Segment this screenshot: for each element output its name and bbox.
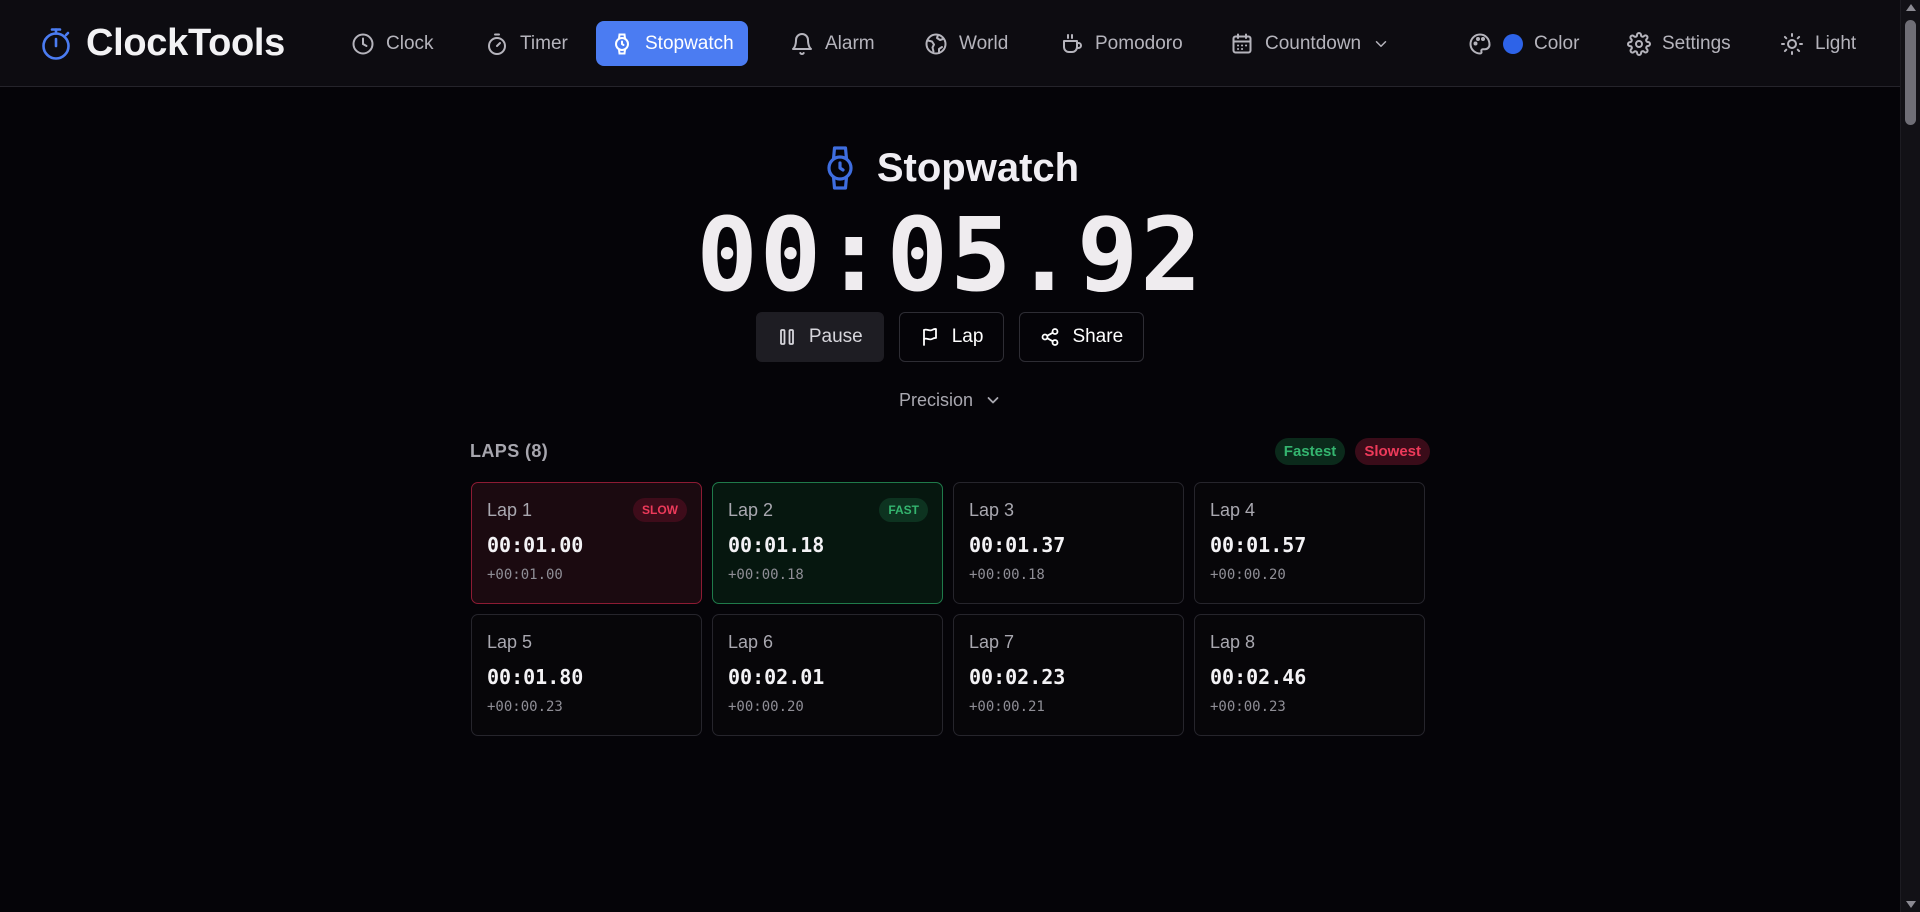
lap-name: Lap 6 <box>728 632 774 652</box>
lap-delta: +00:00.21 <box>969 699 1045 715</box>
lap-card: Lap 3 00:01.37 +00:00.18 <box>953 482 1184 604</box>
legend-fastest: Fastest <box>1274 437 1346 465</box>
page-scrollbar[interactable] <box>1900 0 1920 912</box>
stopwatch-display: 00:05.92 <box>696 196 1204 315</box>
nav-countdown-label: Countdown <box>1265 32 1362 54</box>
slow-badge: SLOW <box>633 498 687 522</box>
nav-pomodoro[interactable]: Pomodoro <box>1046 21 1197 66</box>
color-swatch <box>1503 33 1523 54</box>
lap-time: 00:02.23 <box>969 665 1066 689</box>
nav-color-label: Color <box>1534 32 1580 54</box>
nav-settings-label: Settings <box>1662 32 1731 54</box>
legend-slowest: Slowest <box>1355 437 1430 465</box>
laps-legend: Fastest Slowest <box>1274 437 1430 465</box>
lap-button-label: Lap <box>951 326 984 347</box>
brand[interactable]: ClockTools <box>38 0 285 87</box>
chevron-down-icon <box>985 392 1001 408</box>
gear-icon <box>1627 31 1651 56</box>
lap-card: Lap 6 00:02.01 +00:00.20 <box>712 614 943 736</box>
stopwatch-icon <box>38 26 74 62</box>
lap-delta: +00:00.23 <box>1210 699 1286 715</box>
share-button-label: Share <box>1072 326 1124 347</box>
scroll-up-arrow-icon[interactable] <box>1906 4 1916 11</box>
nav-color[interactable]: Color <box>1454 21 1593 66</box>
nav-countdown[interactable]: Countdown <box>1216 21 1404 66</box>
lap-card: Lap 2 FAST 00:01.18 +00:00.18 <box>712 482 943 604</box>
lap-name: Lap 7 <box>969 632 1015 652</box>
lap-delta: +00:00.20 <box>728 699 804 715</box>
lap-card: Lap 7 00:02.23 +00:00.21 <box>953 614 1184 736</box>
chevron-down-icon <box>1372 35 1390 53</box>
lap-time: 00:01.80 <box>487 665 584 689</box>
clock-icon <box>351 32 375 56</box>
pause-icon <box>777 327 797 347</box>
lap-card: Lap 1 SLOW 00:01.00 +00:01.00 <box>471 482 702 604</box>
lap-delta: +00:00.18 <box>728 567 804 583</box>
lap-card: Lap 8 00:02.46 +00:00.23 <box>1194 614 1425 736</box>
palette-icon <box>1468 32 1492 56</box>
coffee-icon <box>1060 32 1084 56</box>
lap-time: 00:01.57 <box>1210 533 1307 557</box>
nav-timer[interactable]: Timer <box>471 21 582 66</box>
nav-timer-label: Timer <box>520 32 568 54</box>
watch-icon <box>821 143 859 193</box>
nav-world-label: World <box>959 32 1009 54</box>
nav-stopwatch-label: Stopwatch <box>645 32 734 54</box>
lap-delta: +00:00.20 <box>1210 567 1286 583</box>
fast-badge: FAST <box>879 498 928 522</box>
laps-title: LAPS (8) <box>470 440 549 461</box>
page-title: Stopwatch <box>876 145 1080 190</box>
scroll-down-arrow-icon[interactable] <box>1906 901 1916 908</box>
laps-grid: Lap 1 SLOW 00:01.00 +00:01.00 Lap 2 FAST… <box>471 482 1427 736</box>
nav-world[interactable]: World <box>910 21 1022 66</box>
nav-stopwatch[interactable]: Stopwatch <box>596 21 748 66</box>
lap-delta: +00:00.23 <box>487 699 563 715</box>
lap-delta: +00:00.18 <box>969 567 1045 583</box>
pause-button[interactable]: Pause <box>755 312 884 362</box>
sun-icon <box>1780 32 1804 56</box>
share-icon <box>1040 327 1060 347</box>
bell-icon <box>790 32 814 56</box>
precision-dropdown[interactable]: Precision <box>0 386 1900 414</box>
precision-label: Precision <box>898 389 974 410</box>
lap-time: 00:02.01 <box>728 665 825 689</box>
nav-theme-label: Light <box>1815 32 1857 54</box>
calendar-icon <box>1230 32 1254 56</box>
lap-name: Lap 3 <box>969 500 1015 520</box>
share-button[interactable]: Share <box>1019 312 1145 362</box>
nav-pomodoro-label: Pomodoro <box>1095 32 1183 54</box>
stopwatch-controls: Pause Lap Share <box>0 312 1900 362</box>
lap-button[interactable]: Lap <box>898 312 1005 362</box>
nav-settings[interactable]: Settings <box>1613 21 1745 66</box>
timer-icon <box>485 32 509 56</box>
pause-button-label: Pause <box>808 326 863 347</box>
lap-name: Lap 8 <box>1210 632 1256 652</box>
top-navbar: ClockTools Clock Timer Stopwatch Alarm W… <box>0 0 1900 87</box>
lap-time: 00:01.00 <box>487 533 584 557</box>
brand-name: ClockTools <box>86 22 285 64</box>
nav-clock-label: Clock <box>386 32 434 54</box>
nav-clock[interactable]: Clock <box>337 21 448 66</box>
lap-time: 00:01.18 <box>728 533 825 557</box>
flag-icon <box>920 327 940 347</box>
lap-name: Lap 5 <box>487 632 533 652</box>
page: ClockTools Clock Timer Stopwatch Alarm W… <box>0 0 1920 912</box>
nav-theme-toggle[interactable]: Light <box>1766 21 1870 66</box>
laps-header: LAPS (8) Fastest Slowest <box>470 436 1430 466</box>
watch-icon <box>610 32 634 56</box>
lap-card: Lap 4 00:01.57 +00:00.20 <box>1194 482 1425 604</box>
scroll-thumb[interactable] <box>1905 20 1916 125</box>
lap-name: Lap 4 <box>1210 500 1256 520</box>
lap-delta: +00:01.00 <box>487 567 563 583</box>
lap-card: Lap 5 00:01.80 +00:00.23 <box>471 614 702 736</box>
lap-time: 00:02.46 <box>1210 665 1307 689</box>
stopwatch-heading: Stopwatch <box>0 140 1900 196</box>
nav-alarm-label: Alarm <box>825 32 875 54</box>
nav-alarm[interactable]: Alarm <box>776 21 889 66</box>
lap-time: 00:01.37 <box>969 533 1066 557</box>
globe-icon <box>924 32 948 56</box>
